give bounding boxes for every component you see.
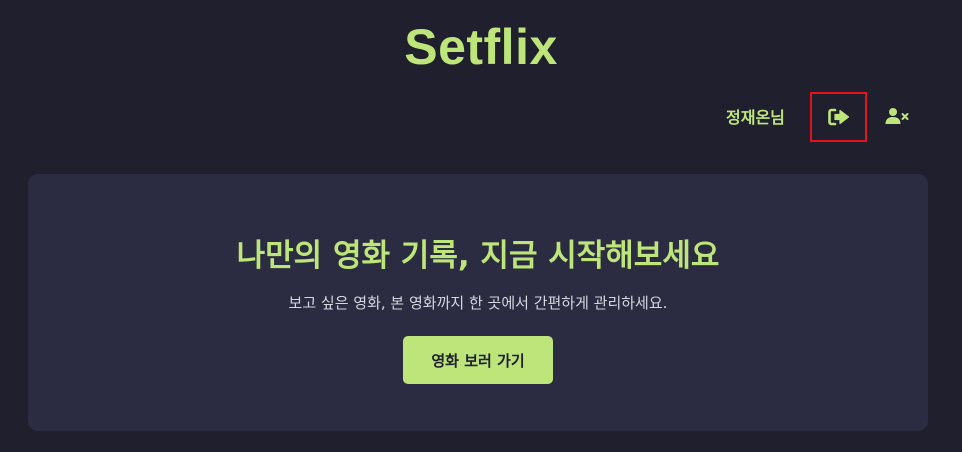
- page: Setflix 정재온님 나만의 영화 기록, 지금 시작해보세요 보고 싶은 …: [0, 0, 962, 452]
- username-label: 정재온님: [726, 108, 785, 127]
- hero-subtitle: 보고 싶은 영화, 본 영화까지 한 곳에서 간편하게 관리하세요.: [288, 294, 668, 312]
- withdraw-account-button[interactable]: [869, 92, 925, 140]
- site-logo[interactable]: Setflix: [0, 16, 962, 78]
- go-to-movies-button[interactable]: 영화 보러 가기: [403, 336, 553, 384]
- user-bar: 정재온님: [0, 92, 962, 142]
- sign-out-icon: [827, 108, 849, 126]
- logout-button[interactable]: [810, 92, 867, 142]
- user-remove-icon: [885, 108, 909, 124]
- hero-card: 나만의 영화 기록, 지금 시작해보세요 보고 싶은 영화, 본 영화까지 한 …: [28, 174, 928, 431]
- hero-title: 나만의 영화 기록, 지금 시작해보세요: [236, 238, 720, 274]
